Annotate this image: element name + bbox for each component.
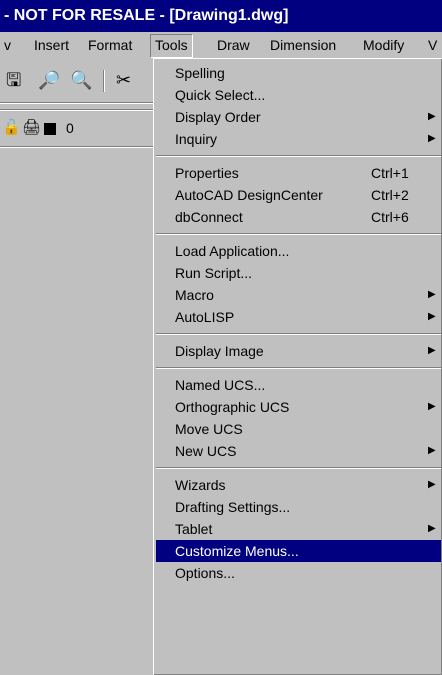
menu-item-drafting-settings[interactable]: Drafting Settings... <box>156 496 441 518</box>
menu-item-label: Run Script... <box>175 265 253 281</box>
menu-item-autolisp[interactable]: AutoLISP ▶ <box>156 306 441 328</box>
menu-item-spelling[interactable]: Spelling <box>156 62 441 84</box>
menu-dimension[interactable]: Dimension <box>266 34 340 56</box>
submenu-arrow-icon: ▶ <box>428 345 436 356</box>
menu-item-label: AutoCAD DesignCenter <box>175 187 323 203</box>
toolbar-separator <box>103 70 105 92</box>
menu-item-label: Spelling <box>175 65 225 81</box>
menu-format[interactable]: Format <box>84 34 136 56</box>
menu-draw[interactable]: Draw <box>213 34 254 56</box>
menu-separator <box>156 467 441 469</box>
menu-tools[interactable]: Tools <box>150 34 193 58</box>
menu-item-label: Move UCS <box>175 421 243 437</box>
menu-item-quick-select[interactable]: Quick Select... <box>156 84 441 106</box>
menu-item-named-ucs[interactable]: Named UCS... <box>156 374 441 396</box>
printer-icon: 🖨 <box>22 119 42 136</box>
tools-menu: Spelling Quick Select... Display Order ▶ Inq… <box>153 58 442 675</box>
menu-item-shortcut: Ctrl+1 <box>371 165 409 181</box>
menu-item-options[interactable]: Options... <box>156 562 441 584</box>
menu-item-load-application[interactable]: Load Application... <box>156 240 441 262</box>
toolbar-divider-3 <box>0 146 154 148</box>
submenu-arrow-icon: ▶ <box>428 311 436 322</box>
menu-item-run-script[interactable]: Run Script... <box>156 262 441 284</box>
menu-item-new-ucs[interactable]: New UCS ▶ <box>156 440 441 462</box>
submenu-arrow-icon: ▶ <box>428 133 436 144</box>
menu-item-label: Quick Select... <box>175 87 266 103</box>
menu-item-inquiry[interactable]: Inquiry ▶ <box>156 128 441 150</box>
submenu-arrow-icon: ▶ <box>428 445 436 456</box>
submenu-arrow-icon: ▶ <box>428 401 436 412</box>
lock-open-icon: 🔓 <box>2 119 21 136</box>
menu-item-label: Inquiry <box>175 131 218 147</box>
menu-item-properties[interactable]: Properties Ctrl+1 <box>156 162 441 184</box>
menu-item-label: New UCS <box>175 443 237 459</box>
menu-separator <box>156 155 441 157</box>
layer-control[interactable]: 🔓 🖨 0 <box>0 118 148 142</box>
menu-item-tablet[interactable]: Tablet ▶ <box>156 518 441 540</box>
menu-view-partial-right[interactable]: V <box>424 34 441 56</box>
menu-item-label: Tablet <box>175 521 213 537</box>
menu-item-display-image[interactable]: Display Image ▶ <box>156 340 441 362</box>
menu-separator <box>156 233 441 235</box>
menu-item-label: Options... <box>175 565 235 581</box>
menu-view-partial[interactable]: v <box>0 34 15 56</box>
submenu-arrow-icon: ▶ <box>428 289 436 300</box>
menu-separator <box>156 367 441 369</box>
menu-item-move-ucs[interactable]: Move UCS <box>156 418 441 440</box>
print-preview-icon[interactable]: 🔎 <box>38 70 60 90</box>
window-title: - NOT FOR RESALE - [Drawing1.dwg] <box>0 0 442 32</box>
menu-item-label: Properties <box>175 165 239 181</box>
menu-item-label: Display Image <box>175 343 264 359</box>
menu-item-shortcut: Ctrl+2 <box>371 187 409 203</box>
menu-item-customize-menus[interactable]: Customize Menus... <box>156 540 441 562</box>
toolbar-divider-2 <box>0 109 154 111</box>
submenu-arrow-icon: ▶ <box>428 479 436 490</box>
menu-item-shortcut: Ctrl+6 <box>371 209 409 225</box>
menu-bar: v Insert Format Tools Draw Dimension Mod… <box>0 32 442 58</box>
menu-item-autocad-designcenter[interactable]: AutoCAD DesignCenter Ctrl+2 <box>156 184 441 206</box>
menu-modify[interactable]: Modify <box>359 34 408 56</box>
standard-toolbar: 🖫 🔎 🔍 ✂ <box>0 58 154 102</box>
menu-item-label: Named UCS... <box>175 377 266 393</box>
submenu-arrow-icon: ▶ <box>428 523 436 534</box>
menu-item-label: Macro <box>175 287 214 303</box>
toolbar-divider <box>0 102 154 104</box>
spell-check-icon[interactable]: 🔍 <box>70 70 92 90</box>
submenu-arrow-icon: ▶ <box>428 111 436 122</box>
layer-name: 0 <box>66 120 74 136</box>
menu-item-dbconnect[interactable]: dbConnect Ctrl+6 <box>156 206 441 228</box>
menu-item-label: Display Order <box>175 109 261 125</box>
menu-item-label: AutoLISP <box>175 309 235 325</box>
cut-icon[interactable]: ✂ <box>116 70 131 90</box>
menu-item-display-order[interactable]: Display Order ▶ <box>156 106 441 128</box>
menu-item-label: dbConnect <box>175 209 243 225</box>
menu-item-label: Customize Menus... <box>175 543 299 559</box>
menu-separator <box>156 333 441 335</box>
color-swatch-icon <box>44 123 56 135</box>
publish-icon[interactable]: 🖫 <box>6 70 21 90</box>
menu-item-label: Drafting Settings... <box>175 499 291 515</box>
menu-insert[interactable]: Insert <box>30 34 73 56</box>
menu-item-label: Load Application... <box>175 243 290 259</box>
menu-item-label: Orthographic UCS <box>175 399 290 415</box>
menu-item-wizards[interactable]: Wizards ▶ <box>156 474 441 496</box>
menu-item-label: Wizards <box>175 477 226 493</box>
menu-item-orthographic-ucs[interactable]: Orthographic UCS ▶ <box>156 396 441 418</box>
menu-item-macro[interactable]: Macro ▶ <box>156 284 441 306</box>
